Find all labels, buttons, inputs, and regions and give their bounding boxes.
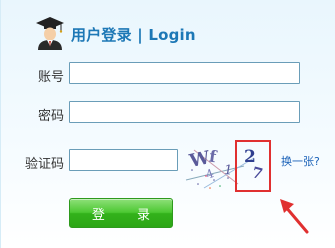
refresh-captcha-link[interactable]: 换一张? xyxy=(281,153,320,169)
captcha-input[interactable] xyxy=(69,149,178,171)
page-title: 用户登录 | Login xyxy=(71,26,196,44)
captcha-label: 验证码 xyxy=(25,157,65,172)
graduate-avatar-icon xyxy=(36,17,64,50)
account-input[interactable] xyxy=(69,62,300,84)
captcha-char-1: f xyxy=(208,147,219,167)
login-button[interactable]: 登 录 xyxy=(69,198,173,228)
account-label: 账号 xyxy=(38,70,65,85)
captcha-char-3: 1 xyxy=(223,163,234,179)
password-input[interactable] xyxy=(69,101,300,123)
captcha-image[interactable]: W f 4 1 2 7 xyxy=(184,140,280,192)
red-arrow-annotation xyxy=(280,199,309,234)
captcha-char-2: 4 xyxy=(204,166,216,182)
login-panel: 用户登录 | Login 账号 密码 验证码 W f 4 1 2 7 换一张? … xyxy=(0,0,335,248)
password-label: 密码 xyxy=(38,109,65,124)
